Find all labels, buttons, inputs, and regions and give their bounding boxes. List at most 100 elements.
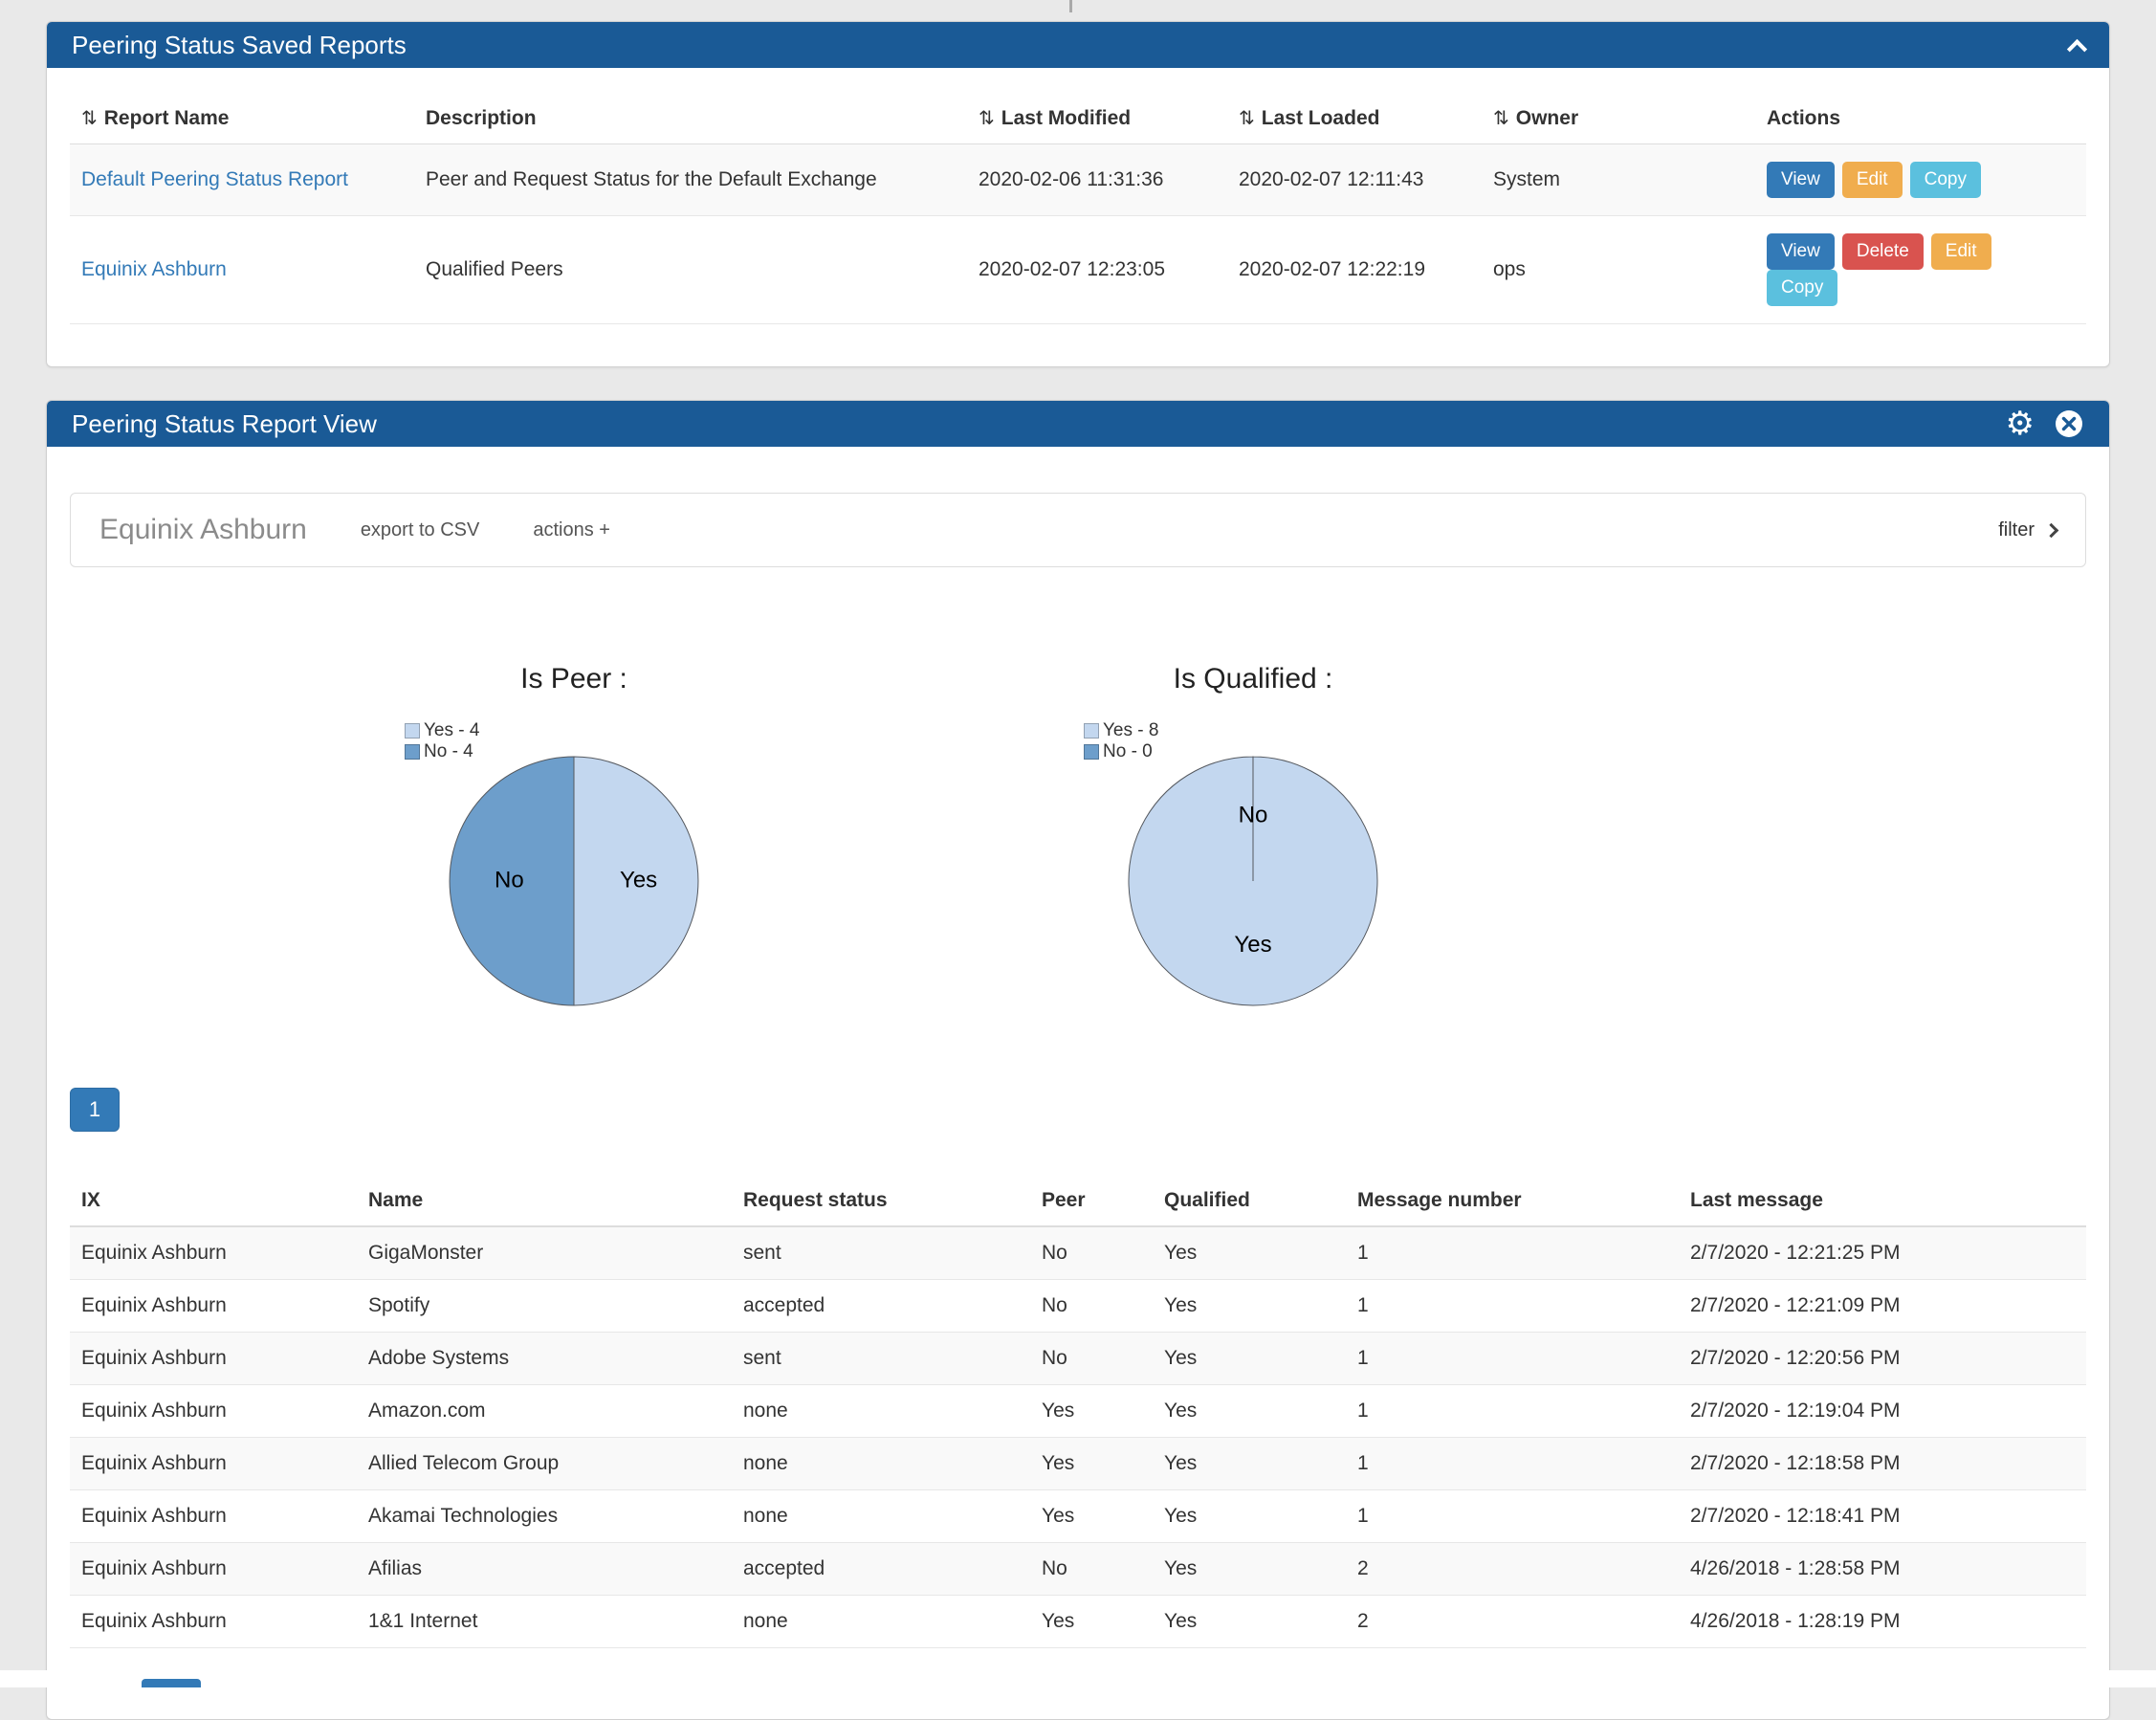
cell-message-number: 1 — [1346, 1280, 1679, 1333]
sort-icon[interactable]: ⇅ — [81, 108, 98, 129]
cell-qualified: Yes — [1153, 1280, 1346, 1333]
cell-peer: Yes — [1030, 1596, 1153, 1648]
cell-last-message: 2/7/2020 - 12:19:04 PM — [1679, 1385, 2086, 1438]
legend-item: Yes - 4 — [405, 720, 479, 741]
description-cell: Qualified Peers — [414, 216, 967, 324]
cell-ix: Equinix Ashburn — [70, 1333, 357, 1385]
sort-icon[interactable]: ⇅ — [979, 108, 995, 129]
pie-chart-is-qualified: Is Qualified :Yes - 8No - 0YesNo — [913, 663, 1593, 1065]
cell-qualified: Yes — [1153, 1490, 1346, 1543]
sort-icon[interactable]: ⇅ — [1493, 108, 1509, 129]
footer-button-partial[interactable] — [142, 1679, 201, 1687]
column-label: Report Name — [104, 107, 230, 129]
delete-button[interactable]: Delete — [1842, 233, 1924, 270]
export-to-csv-link[interactable]: export to CSV — [361, 519, 480, 541]
page: Peering Status Saved Reports ⇅Report Nam… — [0, 0, 2156, 1720]
cell-qualified: Yes — [1153, 1438, 1346, 1490]
view-button[interactable]: View — [1767, 233, 1835, 270]
saved-reports-body: Default Peering Status Report Peer and Re… — [70, 144, 2086, 324]
scroll-divider-artifact — [1069, 0, 1072, 12]
pagination-page-1[interactable]: 1 — [70, 1088, 120, 1132]
cell-peer: No — [1030, 1226, 1153, 1280]
cell-peer: No — [1030, 1333, 1153, 1385]
actions-cell: ViewEditCopy — [1755, 144, 2086, 216]
view-button[interactable]: View — [1767, 162, 1835, 198]
result-row: Equinix AshburnSpotifyacceptedNoYes12/7/… — [70, 1280, 2086, 1333]
report-view-panel-body: Equinix Ashburn export to CSV actions + … — [47, 447, 2109, 1719]
pie-svg: Yes No — [444, 751, 704, 1011]
last-loaded-cell: 2020-02-07 12:11:43 — [1227, 144, 1482, 216]
saved-reports-panel-body: ⇅ Report Name Description ⇅Last Modified⇅La… — [47, 68, 2109, 366]
cell-message-number: 1 — [1346, 1333, 1679, 1385]
cell-request-status: none — [732, 1490, 1030, 1543]
column-header-name: Name — [357, 1176, 732, 1226]
report-name-link[interactable]: Default Peering Status Report — [81, 168, 348, 190]
chart-title: Is Qualified : — [913, 663, 1593, 695]
owner-cell: ops — [1482, 216, 1755, 324]
report-view-panel-header: Peering Status Report View ⚙ — [47, 401, 2109, 447]
cell-name: Amazon.com — [357, 1385, 732, 1438]
cell-qualified: Yes — [1153, 1596, 1346, 1648]
circle-x-icon[interactable] — [2054, 408, 2084, 439]
cell-ix: Equinix Ashburn — [70, 1596, 357, 1648]
report-name-link[interactable]: Equinix Ashburn — [81, 258, 227, 280]
column-header-owner[interactable]: ⇅Owner — [1482, 93, 1755, 144]
column-label: Description — [426, 107, 537, 129]
last-modified-cell: 2020-02-06 11:31:36 — [967, 144, 1227, 216]
column-header-report-name[interactable]: ⇅ Report Name — [70, 93, 414, 144]
owner-cell: System — [1482, 144, 1755, 216]
cell-message-number: 2 — [1346, 1596, 1679, 1648]
description-cell: Peer and Request Status for the Default … — [414, 144, 967, 216]
chart-title: Is Peer : — [234, 663, 913, 695]
cell-request-status: sent — [732, 1333, 1030, 1385]
column-header-last-message: Last message — [1679, 1176, 2086, 1226]
report-name-heading: Equinix Ashburn — [99, 514, 307, 546]
results-body: Equinix AshburnGigaMonstersentNoYes12/7/… — [70, 1226, 2086, 1648]
charts-row: Is Peer :Yes - 4No - 4YesNoIs Qualified … — [70, 663, 2086, 1065]
result-row: Equinix AshburnAkamai TechnologiesnoneYe… — [70, 1490, 2086, 1543]
column-header-last-loaded[interactable]: ⇅Last Loaded — [1227, 93, 1482, 144]
column-header-last-modified[interactable]: ⇅Last Modified — [967, 93, 1227, 144]
saved-reports-table: ⇅ Report Name Description ⇅Last Modified⇅La… — [70, 93, 2086, 324]
column-header-actions: Actions — [1755, 93, 2086, 144]
edit-button[interactable]: Edit — [1931, 233, 1991, 270]
legend-swatch — [1084, 744, 1099, 760]
last-modified-cell: 2020-02-07 12:23:05 — [967, 216, 1227, 324]
cell-name: 1&1 Internet — [357, 1596, 732, 1648]
cell-message-number: 1 — [1346, 1385, 1679, 1438]
copy-button[interactable]: Copy — [1767, 270, 1837, 306]
cell-last-message: 4/26/2018 - 1:28:19 PM — [1679, 1596, 2086, 1648]
cell-name: GigaMonster — [357, 1226, 732, 1280]
pie-svg: YesNo — [1123, 751, 1383, 1011]
sort-icon[interactable]: ⇅ — [1239, 108, 1255, 129]
cell-name: Allied Telecom Group — [357, 1438, 732, 1490]
cell-qualified: Yes — [1153, 1226, 1346, 1280]
cell-peer: Yes — [1030, 1438, 1153, 1490]
chevron-up-icon[interactable] — [2067, 39, 2087, 59]
pie-chart-is-peer: Is Peer :Yes - 4No - 4YesNo — [234, 663, 913, 1065]
filter-toggle[interactable]: filter — [1998, 519, 2057, 541]
legend-swatch — [405, 723, 420, 739]
cell-ix: Equinix Ashburn — [70, 1226, 357, 1280]
result-row: Equinix Ashburn1&1 InternetnoneYesYes24/… — [70, 1596, 2086, 1648]
cell-name: Adobe Systems — [357, 1333, 732, 1385]
peering-results-table: IXNameRequest statusPeerQualifiedMessage… — [70, 1176, 2086, 1648]
cell-ix: Equinix Ashburn — [70, 1490, 357, 1543]
pie-slice-label: Yes — [620, 867, 657, 893]
pie-slice-label: No — [495, 867, 524, 893]
gear-icon[interactable]: ⚙ — [2006, 408, 2035, 440]
result-row: Equinix AshburnAmazon.comnoneYesYes12/7/… — [70, 1385, 2086, 1438]
cell-request-status: accepted — [732, 1543, 1030, 1596]
filter-label: filter — [1998, 519, 2035, 541]
copy-button[interactable]: Copy — [1910, 162, 1981, 198]
legend-item: Yes - 8 — [1084, 720, 1158, 741]
column-header-peer: Peer — [1030, 1176, 1153, 1226]
cell-message-number: 1 — [1346, 1438, 1679, 1490]
cell-last-message: 2/7/2020 - 12:18:58 PM — [1679, 1438, 2086, 1490]
saved-report-row: Default Peering Status Report Peer and Re… — [70, 144, 2086, 216]
actions-menu-link[interactable]: actions + — [533, 519, 610, 541]
cell-request-status: none — [732, 1385, 1030, 1438]
report-view-panel-title: Peering Status Report View — [72, 409, 377, 439]
edit-button[interactable]: Edit — [1842, 162, 1903, 198]
cell-ix: Equinix Ashburn — [70, 1385, 357, 1438]
